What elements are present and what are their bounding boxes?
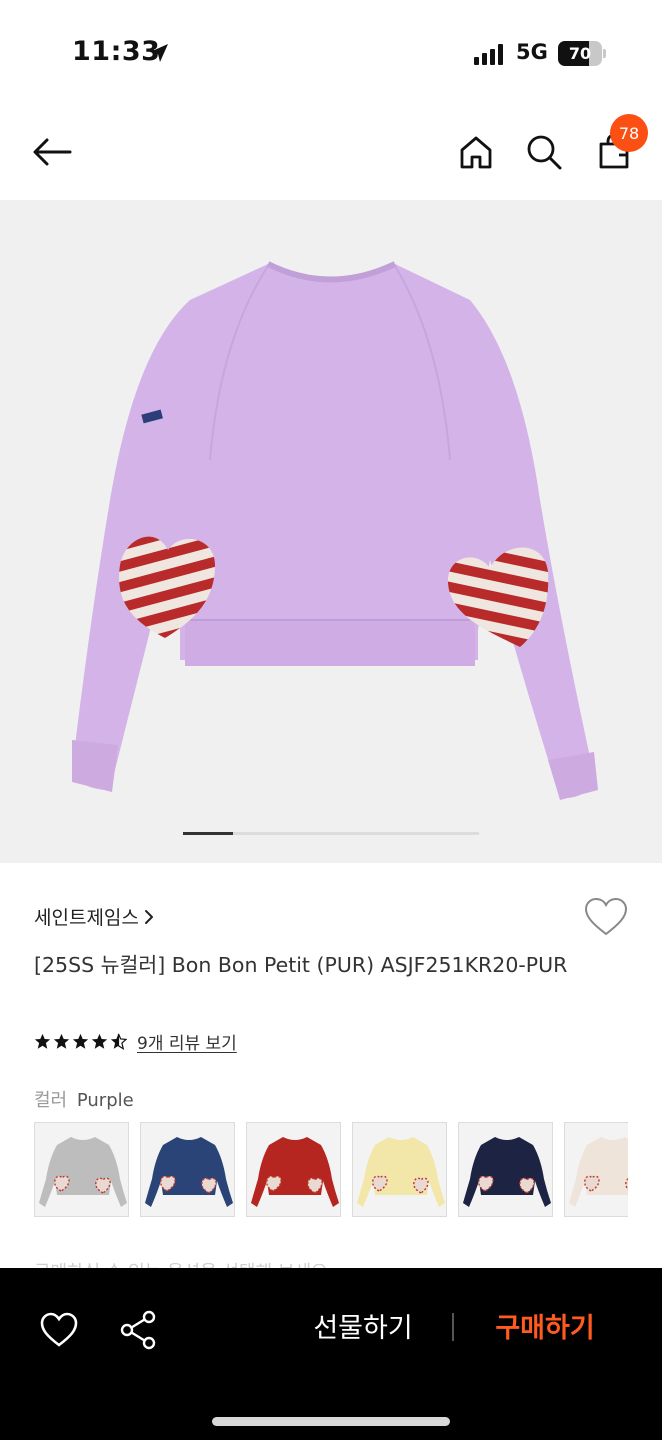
color-swatch-gray[interactable] [34,1122,129,1217]
bottom-divider [452,1313,454,1341]
brand-link[interactable]: 세인트제임스 [34,903,155,930]
color-swatch-red[interactable] [246,1122,341,1217]
arrow-left-icon [33,138,72,166]
product-image-carousel[interactable] [0,200,662,863]
top-nav: 78 [0,100,662,200]
swatch-thumbnail [569,1137,628,1207]
search-icon [527,135,562,170]
search-button[interactable] [522,130,566,174]
swatch-thumbnail [145,1137,233,1207]
star-full-icon [91,1033,108,1049]
color-swatch-ivory[interactable] [564,1122,628,1217]
battery-icon: 70 [558,41,602,66]
status-bar: 11:33 5G 70 [0,0,662,100]
color-swatch-navy[interactable] [458,1122,553,1217]
home-icon [460,136,492,169]
battery-tip [603,49,606,58]
share-icon [120,1310,156,1350]
color-swatch-yellow[interactable] [352,1122,447,1217]
product-image [72,261,598,800]
rating-row: 9개 리뷰 보기 [34,1029,237,1054]
review-link[interactable]: 9개 리뷰 보기 [137,1029,237,1054]
star-half-icon [110,1033,127,1050]
swatch-thumbnail [463,1137,551,1207]
cell-signal-icon [474,43,503,65]
gift-button[interactable]: 선물하기 [300,1306,426,1352]
home-button[interactable] [454,130,498,174]
battery-level: 70 [568,44,592,63]
bottom-action-bar: 선물하기 구매하기 [0,1268,662,1440]
color-swatch-list [34,1122,628,1218]
share-button[interactable] [116,1308,162,1352]
buy-button[interactable]: 구매하기 [480,1306,610,1352]
color-label: 컬러 [34,1090,68,1111]
rating-stars [34,1033,127,1050]
swatch-thumbnail [251,1137,339,1207]
color-swatch-blue[interactable] [140,1122,235,1217]
product-title: [25SS 뉴컬러] Bon Bon Petit (PUR) ASJF251KR… [34,953,568,977]
swatch-thumbnail [357,1137,445,1207]
network-type: 5G [516,40,548,64]
heart-outline-icon [40,1312,78,1347]
back-button[interactable] [28,130,76,174]
carousel-progress-indicator [183,832,234,835]
cart-count-badge: 78 [610,114,648,152]
star-full-icon [34,1033,51,1049]
wishlist-button[interactable] [583,896,629,940]
home-indicator [212,1417,450,1426]
brand-name: 세인트제임스 [34,907,139,929]
color-row: 컬러 Purple [34,1086,134,1112]
heart-outline-icon [584,897,628,936]
swatch-thumbnail [39,1137,127,1207]
color-value: Purple [76,1090,134,1111]
bottom-wishlist-button[interactable] [36,1308,82,1350]
location-arrow-icon [150,44,168,62]
chevron-right-icon [144,909,153,924]
carousel-progress-track [183,832,479,835]
star-full-icon [53,1033,70,1049]
star-full-icon [72,1033,89,1049]
